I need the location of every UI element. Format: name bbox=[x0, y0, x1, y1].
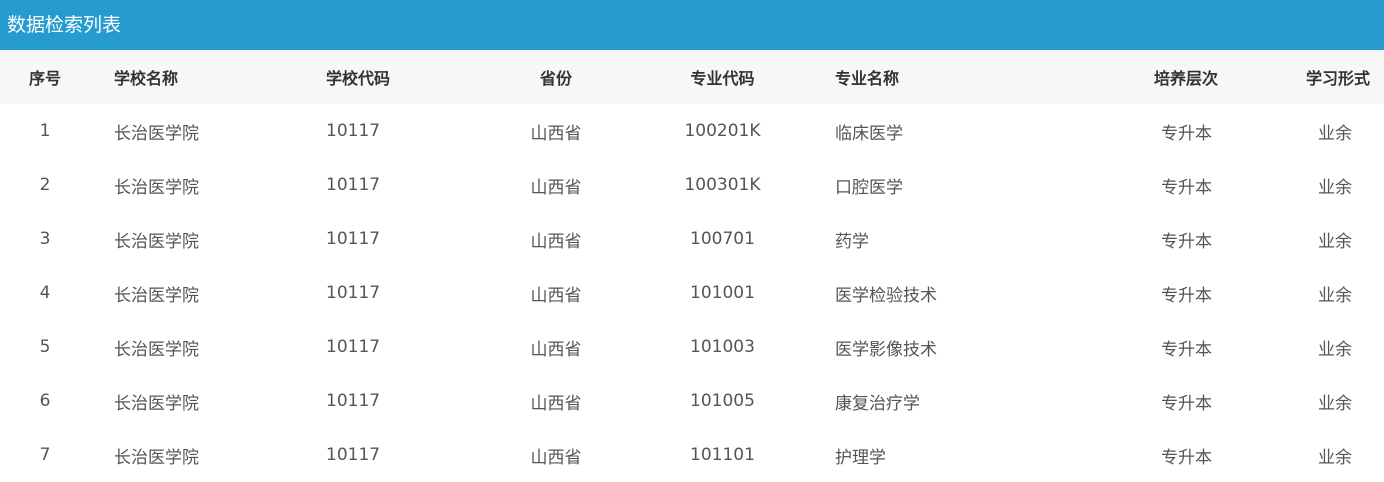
table-row: 5 长治医学院 10117 山西省 101003 医学影像技术 专升本 业余 bbox=[0, 320, 1384, 374]
panel-title: 数据检索列表 bbox=[0, 0, 1384, 50]
cell-index: 7 bbox=[39, 445, 51, 465]
table-header-row: 序号 学校名称 学校代码 省份 专业代码 专业名称 培养层次 学习形式 bbox=[0, 50, 1384, 104]
cell-index: 2 bbox=[39, 175, 51, 195]
cell-major-code: 101001 bbox=[690, 283, 755, 303]
cell-major-name: 医学检验技术 bbox=[835, 285, 937, 306]
cell-province: 山西省 bbox=[530, 447, 582, 468]
cell-province: 山西省 bbox=[530, 285, 582, 306]
cell-major-code: 101005 bbox=[690, 391, 755, 411]
cell-major-code: 101003 bbox=[690, 337, 755, 357]
cell-school-name: 长治医学院 bbox=[114, 339, 199, 360]
column-header-study-mode: 学习形式 bbox=[1305, 69, 1370, 88]
table-row: 3 长治医学院 10117 山西省 100701 药学 专升本 业余 bbox=[0, 212, 1384, 266]
cell-index: 3 bbox=[39, 229, 51, 249]
cell-school-name: 长治医学院 bbox=[114, 393, 199, 414]
table-row: 1 长治医学院 10117 山西省 100201K 临床医学 专升本 业余 bbox=[0, 104, 1384, 158]
cell-major-name: 药学 bbox=[835, 231, 869, 252]
cell-school-name: 长治医学院 bbox=[114, 231, 199, 252]
cell-school-name: 长治医学院 bbox=[114, 285, 199, 306]
cell-major-code: 100201K bbox=[684, 121, 761, 141]
cell-study-mode: 业余 bbox=[1318, 393, 1352, 414]
cell-school-code: 10117 bbox=[326, 121, 381, 141]
cell-major-code: 100301K bbox=[684, 175, 761, 195]
cell-major-code: 101101 bbox=[690, 445, 755, 465]
cell-index: 4 bbox=[39, 283, 51, 303]
cell-index: 1 bbox=[39, 121, 51, 141]
table-row: 4 长治医学院 10117 山西省 101001 医学检验技术 专升本 业余 bbox=[0, 266, 1384, 320]
column-header-major-name: 专业名称 bbox=[835, 69, 900, 88]
cell-study-mode: 业余 bbox=[1318, 123, 1352, 144]
cell-study-mode: 业余 bbox=[1318, 447, 1352, 468]
table-row: 6 长治医学院 10117 山西省 101005 康复治疗学 专升本 业余 bbox=[0, 374, 1384, 428]
cell-province: 山西省 bbox=[530, 231, 582, 252]
column-header-province: 省份 bbox=[539, 69, 572, 88]
cell-school-name: 长治医学院 bbox=[114, 123, 199, 144]
table-row: 2 长治医学院 10117 山西省 100301K 口腔医学 专升本 业余 bbox=[0, 158, 1384, 212]
cell-school-code: 10117 bbox=[326, 445, 381, 465]
cell-school-name: 长治医学院 bbox=[114, 177, 199, 198]
cell-major-name: 口腔医学 bbox=[835, 177, 903, 198]
cell-province: 山西省 bbox=[530, 123, 582, 144]
column-header-index: 序号 bbox=[28, 69, 61, 88]
cell-major-name: 护理学 bbox=[835, 447, 886, 468]
cell-index: 5 bbox=[39, 337, 51, 357]
column-header-school-code: 学校代码 bbox=[326, 69, 391, 88]
cell-major-code: 100701 bbox=[690, 229, 755, 249]
cell-level: 专升本 bbox=[1161, 123, 1212, 144]
cell-school-code: 10117 bbox=[326, 337, 381, 357]
cell-province: 山西省 bbox=[530, 339, 582, 360]
cell-school-code: 10117 bbox=[326, 391, 381, 411]
cell-major-name: 临床医学 bbox=[835, 123, 903, 144]
cell-province: 山西省 bbox=[530, 177, 582, 198]
cell-major-name: 康复治疗学 bbox=[835, 393, 920, 414]
column-header-major-code: 专业代码 bbox=[690, 69, 755, 88]
table-row: 7 长治医学院 10117 山西省 101101 护理学 专升本 业余 bbox=[0, 428, 1384, 482]
cell-level: 专升本 bbox=[1161, 393, 1212, 414]
cell-study-mode: 业余 bbox=[1318, 231, 1352, 252]
cell-school-code: 10117 bbox=[326, 229, 381, 249]
cell-index: 6 bbox=[39, 391, 51, 411]
cell-study-mode: 业余 bbox=[1318, 285, 1352, 306]
cell-school-code: 10117 bbox=[326, 175, 381, 195]
cell-major-name: 医学影像技术 bbox=[835, 339, 937, 360]
cell-level: 专升本 bbox=[1161, 447, 1212, 468]
cell-level: 专升本 bbox=[1161, 231, 1212, 252]
cell-province: 山西省 bbox=[530, 393, 582, 414]
cell-school-name: 长治医学院 bbox=[114, 447, 199, 468]
cell-level: 专升本 bbox=[1161, 285, 1212, 306]
data-table: 序号 学校名称 学校代码 省份 专业代码 专业名称 培养层次 学习形式 1 长治医… bbox=[0, 50, 1384, 482]
column-header-school-name: 学校名称 bbox=[114, 69, 179, 88]
cell-study-mode: 业余 bbox=[1318, 177, 1352, 198]
cell-level: 专升本 bbox=[1161, 177, 1212, 198]
cell-level: 专升本 bbox=[1161, 339, 1212, 360]
column-header-level: 培养层次 bbox=[1153, 69, 1218, 88]
cell-school-code: 10117 bbox=[326, 283, 381, 303]
cell-study-mode: 业余 bbox=[1318, 339, 1352, 360]
